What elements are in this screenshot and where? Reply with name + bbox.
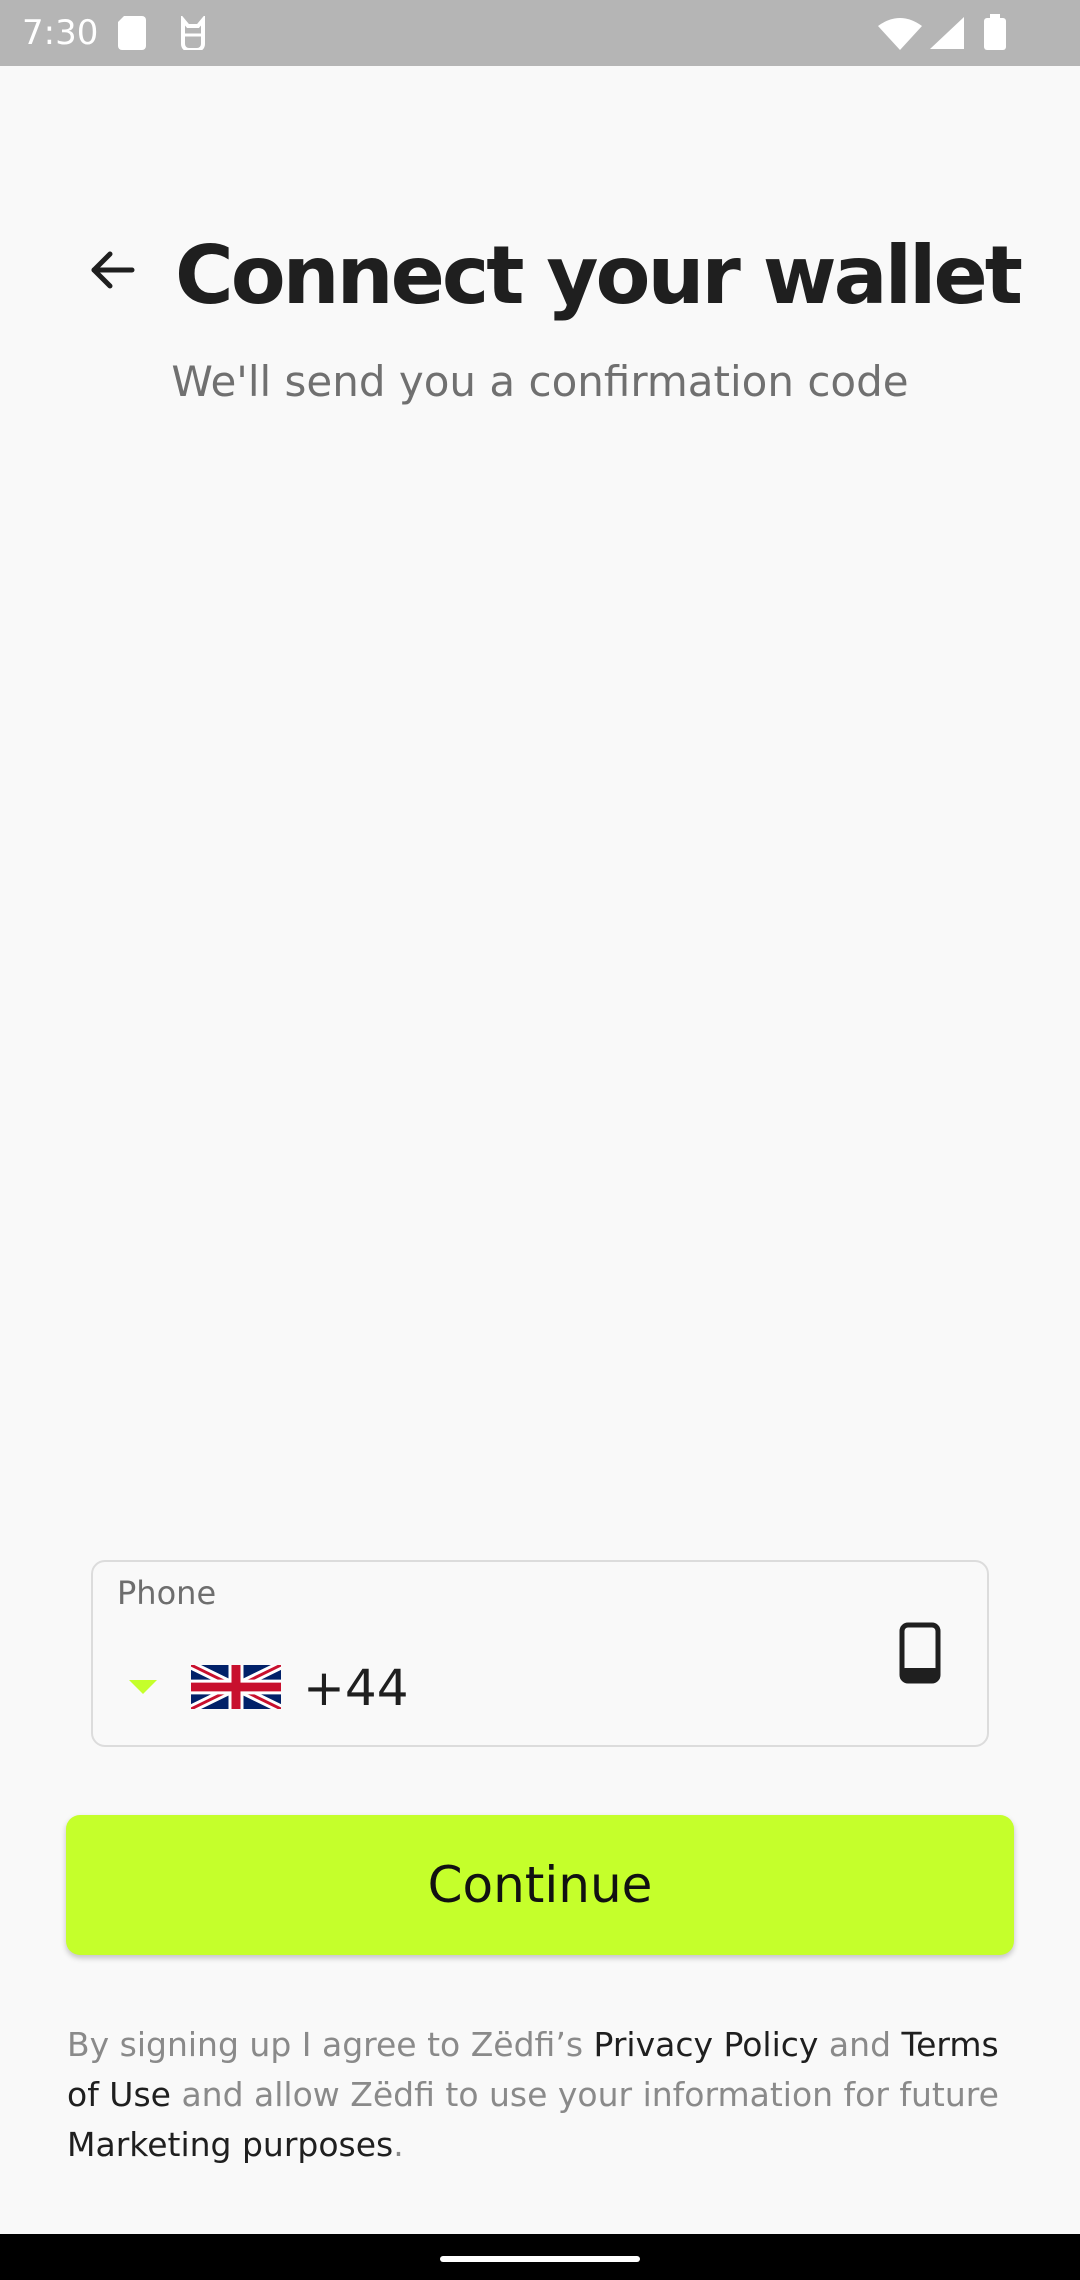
continue-button[interactable]: Continue: [66, 1815, 1014, 1955]
status-time: 7:30: [22, 13, 99, 53]
legal-text: By signing up I agree to Zëdfi’s Privacy…: [67, 2020, 1017, 2170]
signal-icon: [930, 17, 964, 53]
legal-text-part: By signing up I agree to Zëdfi’s: [67, 2025, 594, 2064]
page-subtitle: We'll send you a confirmation code: [171, 357, 909, 406]
wifi-icon: [878, 18, 922, 54]
sd-card-icon: [118, 16, 146, 54]
page-title: Connect your wallet: [175, 229, 1023, 322]
cat-icon: [178, 14, 208, 54]
marketing-purposes-link[interactable]: Marketing purposes: [67, 2125, 393, 2164]
legal-text-part: and allow Zëdfi to use your information …: [170, 2075, 999, 2114]
navigation-bar: [0, 2234, 1080, 2280]
home-handle[interactable]: [440, 2256, 640, 2262]
uk-flag-icon: [188, 1661, 284, 1713]
legal-text-part: .: [393, 2125, 404, 2164]
smartphone-icon: [899, 1622, 941, 1688]
back-button[interactable]: [80, 240, 144, 304]
arrow-left-icon: [88, 246, 136, 298]
battery-icon: [984, 14, 1006, 54]
legal-text-part: and: [818, 2025, 902, 2064]
phone-field[interactable]: Phone: [91, 1560, 989, 1747]
status-bar: 7:30: [0, 0, 1080, 66]
phone-label: Phone: [117, 1574, 217, 1612]
country-code-dropdown[interactable]: [129, 1658, 309, 1718]
privacy-policy-link[interactable]: Privacy Policy: [594, 2025, 819, 2064]
dropdown-arrow-icon: [129, 1680, 157, 1694]
phone-number-input[interactable]: [303, 1656, 863, 1720]
